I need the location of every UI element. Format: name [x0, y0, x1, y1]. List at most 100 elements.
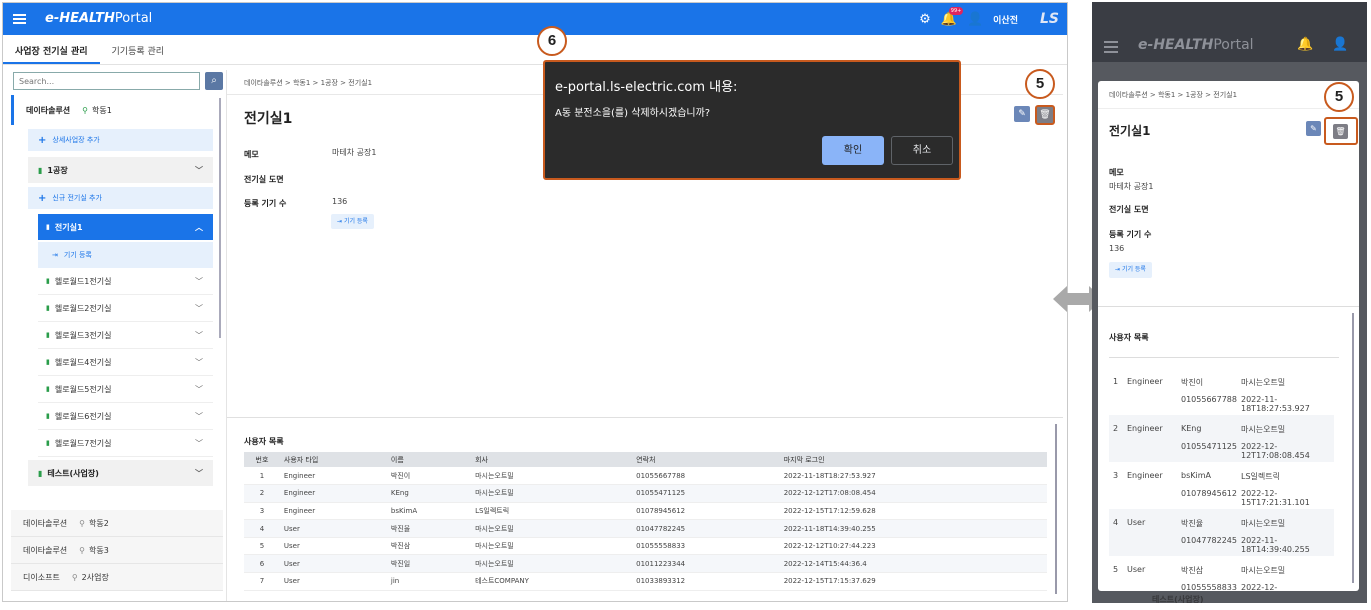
device-register-button[interactable]: ⇥ 기기 등록 [1109, 262, 1152, 278]
factory-name: 테스트(사업장) [47, 468, 99, 478]
table-cell: 7 [244, 572, 280, 591]
cancel-button[interactable]: 취소 [891, 136, 953, 165]
flag-icon: ▮ [38, 468, 43, 478]
flag-icon: ▮ [38, 165, 43, 175]
table-row[interactable]: 4 User 박진율 마시는오트밀 01047782245 2022-11-18T14:3… [244, 519, 1047, 538]
mobile-top-bar: e-HEALTHPortal 🔔 👤 [1092, 2, 1367, 62]
table-row[interactable]: 2 Engineer KEng 마시는오트밀 01055471125 2022-12-12… [244, 484, 1047, 503]
brand-logo[interactable]: e-HEALTHPortal [1138, 37, 1254, 53]
table-cell: 4 [244, 519, 280, 538]
room-name: 헬로월드4전기실 [54, 357, 112, 367]
hamburger-menu-icon[interactable] [13, 14, 26, 24]
tree-site-item[interactable]: 데이타솔루션 ⚲ 학동1 [11, 95, 223, 125]
hamburger-menu-icon[interactable] [1104, 41, 1118, 53]
table-cell: 01055558833 [632, 537, 780, 556]
tree-room-active[interactable]: ▮ 전기실1 ︿ [38, 214, 213, 240]
user-avatar-icon[interactable]: 👤 [1332, 37, 1348, 52]
list-item[interactable]: 1 Engineer 박진이 마시는오트밀 01055667788 2022-11-18T… [1109, 368, 1334, 415]
tree-factory-item[interactable]: ▮ 테스트(사업장) ﹀ [28, 460, 213, 486]
chevron-down-icon[interactable]: ﹀ [195, 357, 203, 368]
column-header[interactable]: 번호 [244, 452, 280, 467]
tree-factory-item[interactable]: ▮ 1공장 ﹀ [28, 157, 213, 183]
sidebar-scrollbar[interactable] [219, 98, 221, 338]
tree-site-item[interactable]: 데이타솔루션 ⚲ 학동3 [11, 537, 223, 564]
list-item[interactable]: 3 Engineer bsKimA LS일렉트릭 01078945612 2022-12-… [1109, 462, 1334, 509]
add-detail-site-button[interactable]: + 상세사업장 추가 [28, 129, 213, 151]
user-name: 박진삼 [1181, 566, 1204, 575]
table-cell: 2022-12-15T17:15:37.629 [779, 572, 1047, 591]
add-detail-label: 상세사업장 추가 [52, 136, 100, 144]
users-scrollbar[interactable] [1055, 424, 1057, 594]
edit-pencil-icon[interactable]: ✎ [1014, 106, 1030, 122]
tree-room-item[interactable]: ▮ 헬로월드6전기실 ﹀ [38, 403, 213, 430]
table-row[interactable]: 5 User 박진삼 마시는오트밀 01055558833 2022-12-12T10:2… [244, 537, 1047, 556]
user-type: User [1127, 565, 1146, 574]
search-input[interactable] [13, 72, 200, 90]
settings-gear-icon[interactable]: ⚙ [919, 12, 931, 27]
column-header[interactable]: 사용자 타입 [279, 452, 387, 467]
device-register-button[interactable]: ⇥ 기기 등록 [331, 214, 374, 229]
chevron-down-icon[interactable]: ﹀ [195, 303, 203, 314]
tree-room-item[interactable]: ▮ 헬로월드7전기실 ﹀ [38, 430, 213, 457]
tree-site-item[interactable]: 디이소프트 ⚲ 2사업장 [11, 564, 223, 591]
ok-button[interactable]: 확인 [822, 136, 884, 165]
room-icon: ▮ [46, 223, 50, 231]
tree-room-item[interactable]: ▮ 헬로월드3전기실 ﹀ [38, 322, 213, 349]
chevron-down-icon[interactable]: ﹀ [195, 330, 203, 341]
notification-bell-icon[interactable]: 🔔 99+ [941, 6, 964, 27]
tree-room-item[interactable]: ▮ 헬로월드2전기실 ﹀ [38, 295, 213, 322]
tree-room-item[interactable]: ▮ 헬로월드1전기실 ﹀ [38, 268, 213, 295]
mobile-scrollbar[interactable] [1352, 313, 1354, 583]
table-row[interactable]: 1 Engineer 박진이 마시는오트밀 01055667788 2022-11-18T… [244, 467, 1047, 486]
user-no: 5 [1113, 565, 1119, 574]
column-header[interactable]: 회사 [471, 452, 633, 467]
list-item[interactable]: 4 User 박진율 마시는오트밀 01047782245 2022-11-18T14:3… [1109, 509, 1334, 556]
chevron-down-icon[interactable]: ﹀ [195, 384, 203, 395]
device-count-value: 136 [332, 197, 348, 206]
tree-room-item[interactable]: ▮ 헬로월드4전기실 ﹀ [38, 349, 213, 376]
user-avatar-icon[interactable]: 👤 [967, 12, 983, 27]
device-register-link[interactable]: ⇥ 기기 등록 [38, 242, 213, 268]
list-item[interactable]: 5 User 박진삼 마시는오트밀 01055558833 2022-12-12T10:2… [1109, 556, 1334, 591]
device-count-value: 136 [1109, 244, 1125, 253]
tab-site-room-management[interactable]: 사업장 전기실 관리 [3, 36, 100, 64]
list-item[interactable]: 2 Engineer KEng 마시는오트밀 01055471125 2022-12-12… [1109, 415, 1334, 462]
table-cell: 테스트COMPANY [471, 572, 633, 591]
add-room-button[interactable]: + 신규 전기실 추가 [28, 187, 213, 209]
column-header[interactable]: 마지막 로그인 [779, 452, 1047, 467]
chevron-down-icon[interactable]: ﹀ [195, 438, 203, 449]
table-row[interactable]: 3 Engineer bsKimA LS일렉트릭 01078945612 2022-12-… [244, 502, 1047, 521]
site-location: 학동3 [89, 545, 109, 555]
table-cell: 마시는오트밀 [471, 484, 633, 503]
site-location: 학동2 [89, 518, 109, 528]
tree-room-item[interactable]: ▮ 헬로월드5전기실 ﹀ [38, 376, 213, 403]
chevron-down-icon[interactable]: ﹀ [195, 411, 203, 422]
delete-trash-icon[interactable]: 🗑 [1333, 124, 1348, 139]
room-icon: ▮ [46, 277, 50, 285]
table-cell: User [279, 572, 387, 591]
device-register-label: 기기 등록 [343, 218, 368, 225]
delete-trash-icon[interactable]: 🗑 [1035, 105, 1055, 125]
brand-logo[interactable]: e-HEALTHPortal [45, 11, 152, 26]
username[interactable]: 이산전 [993, 13, 1018, 26]
chevron-down-icon[interactable]: ﹀ [195, 468, 203, 479]
notification-bell-icon[interactable]: 🔔 [1297, 37, 1313, 52]
edit-pencil-icon[interactable]: ✎ [1306, 121, 1321, 136]
search-icon[interactable]: ⌕ [205, 72, 223, 90]
chevron-down-icon[interactable]: ﹀ [195, 165, 203, 176]
chevron-down-icon[interactable]: ﹀ [195, 276, 203, 287]
tree-site-item[interactable]: 데이타솔루션 ⚲ 학동2 [11, 510, 223, 537]
tab-device-registration[interactable]: 기기등록 관리 [100, 36, 177, 64]
room-name: 헬로월드5전기실 [54, 384, 112, 394]
column-header[interactable]: 연락처 [632, 452, 780, 467]
memo-label: 메모 [244, 150, 259, 159]
table-row[interactable]: 7 User jin 테스트COMPANY 01033893312 2022-12-15T… [244, 572, 1047, 591]
table-cell: Engineer [279, 467, 387, 486]
drawing-label: 전기실 도면 [1109, 205, 1149, 214]
breadcrumb: 데이타솔루션 > 학동1 > 1공장 > 전기실1 [244, 79, 373, 87]
table-row[interactable]: 6 User 박진일 마시는오트밀 01011223344 2022-12-14T15:4… [244, 554, 1047, 574]
chevron-up-icon[interactable]: ︿ [195, 222, 203, 233]
column-header[interactable]: 이름 [386, 452, 472, 467]
device-count-label: 등록 기기 수 [244, 199, 287, 208]
user-name: KEng [1181, 424, 1202, 433]
